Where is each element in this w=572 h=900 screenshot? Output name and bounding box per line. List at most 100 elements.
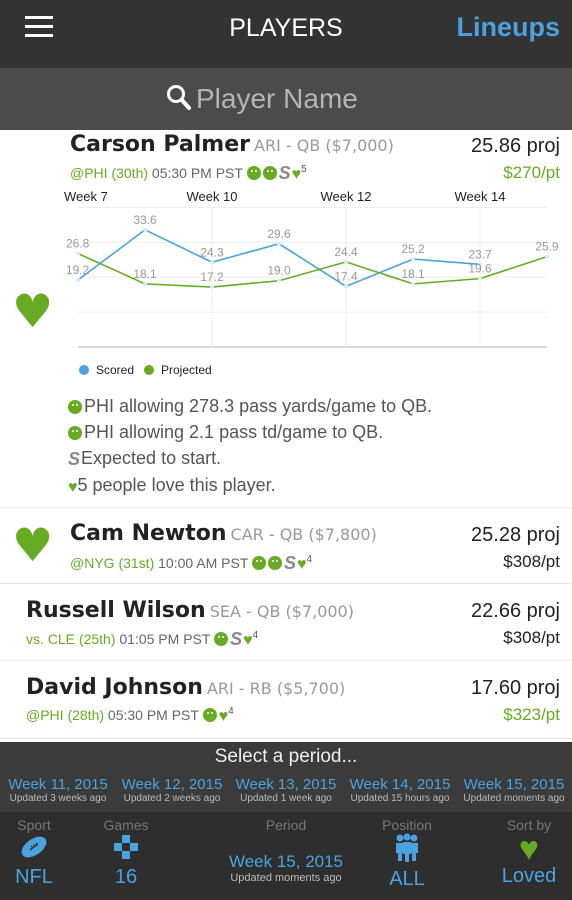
search-icon xyxy=(167,85,191,110)
smiley-icon xyxy=(246,166,261,180)
lineups-button[interactable]: Lineups xyxy=(456,12,560,43)
note-item: PHI allowing 2.1 pass td/game to QB. xyxy=(68,419,432,445)
period-updated: Updated 3 weeks ago xyxy=(9,793,107,804)
note-text: PHI allowing 278.3 pass yards/game to QB… xyxy=(84,396,433,416)
period-option[interactable]: Week 15, 2015 Updated moments ago xyxy=(458,776,570,804)
note-text: PHI allowing 2.1 pass td/game to QB. xyxy=(84,422,384,442)
love-count: 4 xyxy=(228,706,234,717)
data-label: 26.8 xyxy=(66,237,90,251)
player-name: Carson Palmer xyxy=(70,132,250,157)
data-point xyxy=(478,276,482,281)
smiley-icon xyxy=(214,632,229,646)
game-time: 05:30 PM PST xyxy=(151,165,243,181)
period-week: Week 13, 2015 xyxy=(235,776,337,793)
period-option[interactable]: Week 13, 2015 Updated 1 week ago xyxy=(230,776,342,804)
player-name: Russell Wilson xyxy=(26,598,206,623)
smiley-icon xyxy=(252,556,267,570)
player-matchup: @PHI (28th) 05:30 PM PST ♥4 xyxy=(26,706,234,726)
gamepad-icon xyxy=(114,835,138,859)
data-label: 25.2 xyxy=(401,242,425,256)
player-meta: CAR - QB ($7,800) xyxy=(230,525,377,544)
nav-label: Sport xyxy=(17,817,51,833)
player-row[interactable]: ♥ Cam Newton CAR - QB ($7,800) @NYG (31st… xyxy=(0,508,572,584)
projection: 25.28 proj xyxy=(471,524,560,546)
projection: 22.66 proj xyxy=(471,600,560,622)
period-updated: Updated 1 week ago xyxy=(240,793,332,804)
note-item: PHI allowing 278.3 pass yards/game to QB… xyxy=(68,393,432,419)
period-week: Week 12, 2015 xyxy=(121,776,223,793)
nav-sort[interactable]: Sort by ♥ Loved xyxy=(492,812,566,888)
love-heart-icon[interactable]: ♥ xyxy=(12,522,53,568)
projection: 17.60 proj xyxy=(471,677,560,699)
note-text: 5 people love this player. xyxy=(77,475,276,495)
heart-icon: ♥ xyxy=(218,708,229,725)
bottom-nav: Sport NFL Games 16 Period Week 15, 2015 … xyxy=(0,812,572,900)
player-meta: SEA - QB ($7,000) xyxy=(209,602,354,621)
nav-updated: Updated moments ago xyxy=(230,872,342,884)
nav-games[interactable]: Games 16 xyxy=(96,812,156,889)
nav-sport[interactable]: Sport NFL xyxy=(4,812,64,889)
nav-value: Loved xyxy=(501,865,557,887)
smiley-icon xyxy=(68,400,82,414)
data-point xyxy=(344,259,348,264)
people-icon xyxy=(396,833,418,862)
data-label: 19.2 xyxy=(66,263,90,277)
nav-label: Period xyxy=(265,817,307,833)
data-label: 18.1 xyxy=(133,267,157,281)
period-option[interactable]: Week 12, 2015 Updated 2 weeks ago xyxy=(116,776,228,804)
period-updated: Updated 2 weeks ago xyxy=(123,793,221,804)
legend-swatch xyxy=(79,365,89,375)
data-point xyxy=(76,278,80,283)
period-option[interactable]: Week 14, 2015 Updated 15 hours ago xyxy=(344,776,456,804)
legend-swatch xyxy=(144,365,154,375)
legend-label: Projected xyxy=(161,363,212,377)
legend-label: Scored xyxy=(96,363,134,377)
player-notes: PHI allowing 278.3 pass yards/game to QB… xyxy=(68,393,432,501)
player-row[interactable]: Russell Wilson SEA - QB ($7,000) vs. CLE … xyxy=(0,584,572,661)
data-point xyxy=(344,284,348,289)
start-icon: S xyxy=(68,449,81,469)
x-tick-label: Week 7 xyxy=(64,189,108,204)
start-icon: S xyxy=(284,553,297,573)
data-label: 25.9 xyxy=(535,240,559,254)
x-tick-label: Week 10 xyxy=(186,189,237,204)
nav-position[interactable]: Position ALL xyxy=(375,812,439,891)
nav-label: Position xyxy=(382,817,432,833)
love-count: 5 xyxy=(301,164,307,175)
note-item: SExpected to start. xyxy=(68,445,432,472)
opponent: vs. CLE (25th) xyxy=(26,631,116,647)
data-point xyxy=(277,278,281,283)
player-meta: ARI - QB ($7,000) xyxy=(254,136,394,155)
picker-title: Select a period... xyxy=(214,746,358,767)
nav-value: ALL xyxy=(389,868,425,890)
app-header: PLAYERS Lineups xyxy=(0,0,572,68)
data-label: 17.2 xyxy=(200,270,224,284)
period-week: Week 14, 2015 xyxy=(349,776,451,793)
period-updated: Updated moments ago xyxy=(463,793,565,804)
data-label: 23.7 xyxy=(468,247,492,261)
data-point xyxy=(210,260,214,265)
player-row-expanded[interactable]: Carson Palmer ARI - QB ($7,000) @PHI (30t… xyxy=(0,130,572,508)
period-updated: Updated 15 hours ago xyxy=(350,793,450,804)
player-row[interactable]: David Johnson ARI - RB ($5,700) @PHI (28t… xyxy=(0,661,572,739)
data-point xyxy=(411,281,415,286)
data-label: 19.0 xyxy=(267,264,291,278)
heart-icon: ♥ xyxy=(243,632,253,649)
price-per-point: $308/pt xyxy=(503,552,560,571)
period-option[interactable]: Week 11, 2015 Updated 3 weeks ago xyxy=(2,776,114,804)
love-count: 4 xyxy=(306,554,313,565)
opponent: @NYG (31st) xyxy=(70,555,155,571)
game-time: 01:05 PM PST xyxy=(119,631,211,647)
smiley-icon xyxy=(68,426,82,440)
search-input[interactable] xyxy=(196,80,516,118)
period-week: Week 11, 2015 xyxy=(8,776,108,793)
heart-icon: ♥ xyxy=(297,556,307,573)
player-matchup: vs. CLE (25th) 01:05 PM PST S♥4 xyxy=(26,629,258,650)
opponent: @PHI (28th) xyxy=(26,707,105,723)
data-label: 19.6 xyxy=(468,262,492,276)
nav-period[interactable]: Period Week 15, 2015 Updated moments ago xyxy=(186,812,386,884)
nav-value: 16 xyxy=(114,866,138,888)
love-count: 4 xyxy=(252,630,259,641)
data-point xyxy=(143,281,147,286)
data-point xyxy=(545,254,549,259)
